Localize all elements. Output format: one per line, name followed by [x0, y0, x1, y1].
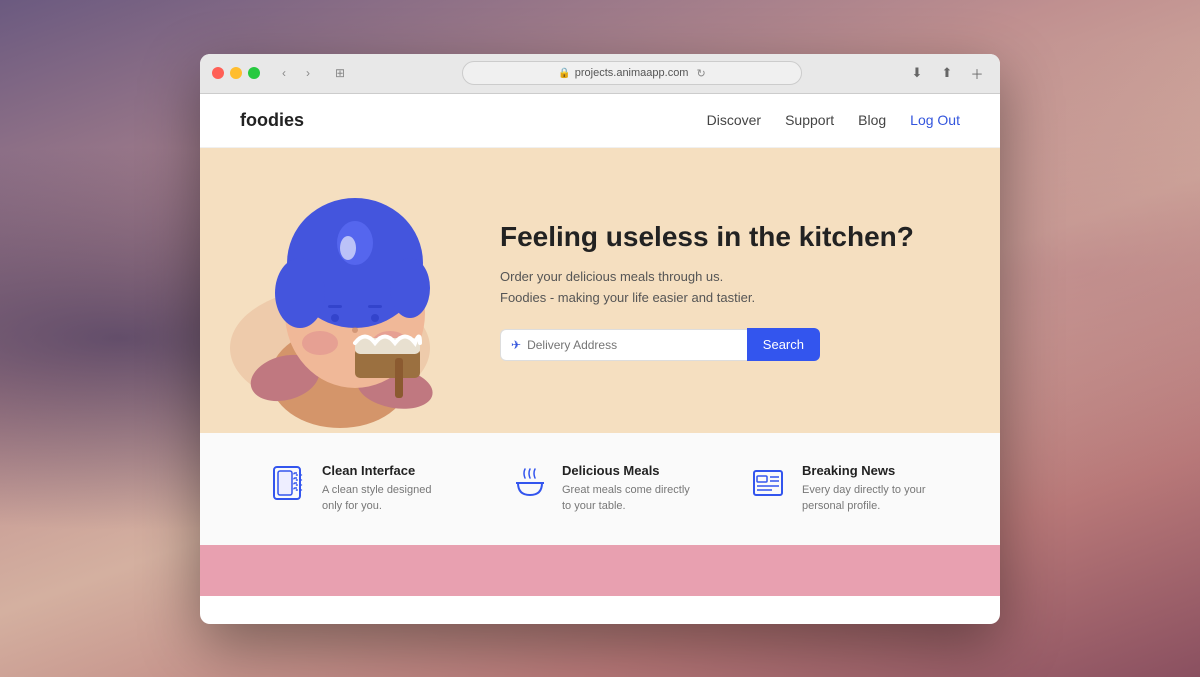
- hero-illustration: [200, 148, 480, 433]
- feature-clean-interface: Clean Interface A clean style designed o…: [270, 463, 450, 515]
- share-icon[interactable]: ⬆: [936, 62, 958, 84]
- delicious-meals-icon: [510, 463, 550, 503]
- lock-icon: 🔒: [558, 68, 570, 79]
- nav-blog[interactable]: Blog: [858, 112, 886, 128]
- hero-section: Feeling useless in the kitchen? Order yo…: [200, 148, 1000, 433]
- hero-title: Feeling useless in the kitchen?: [500, 219, 960, 255]
- feature-clean-desc: A clean style designed only for you.: [322, 482, 450, 515]
- hero-subtitle: Order your delicious meals through us. F…: [500, 267, 960, 309]
- feature-delicious-meals: Delicious Meals Great meals come directl…: [510, 463, 690, 515]
- refresh-icon[interactable]: ↻: [696, 67, 705, 80]
- address-bar[interactable]: 🔒 projects.animaapp.com ↻: [462, 61, 802, 85]
- character-svg: [200, 148, 480, 428]
- browser-actions: ⬇ ⬆ ＋: [906, 62, 988, 84]
- new-tab-icon[interactable]: ＋: [966, 62, 988, 84]
- feature-meals-text: Delicious Meals Great meals come directl…: [562, 463, 690, 515]
- features-grid: Clean Interface A clean style designed o…: [240, 463, 960, 515]
- feature-news-desc: Every day directly to your personal prof…: [802, 482, 930, 515]
- nav-logout[interactable]: Log Out: [910, 112, 960, 128]
- feature-clean-title: Clean Interface: [322, 463, 450, 478]
- site-logo: foodies: [240, 110, 304, 131]
- feature-news-title: Breaking News: [802, 463, 930, 478]
- maximize-button[interactable]: [248, 67, 260, 79]
- address-bar-container: 🔒 projects.animaapp.com ↻: [366, 61, 898, 85]
- traffic-lights: [212, 67, 260, 79]
- address-text: projects.animaapp.com: [575, 67, 689, 79]
- close-button[interactable]: [212, 67, 224, 79]
- website-content: foodies Discover Support Blog Log Out: [200, 94, 1000, 596]
- search-input-wrapper: ✈: [500, 329, 747, 361]
- feature-meals-desc: Great meals come directly to your table.: [562, 482, 690, 515]
- download-icon[interactable]: ⬇: [906, 62, 928, 84]
- site-nav: foodies Discover Support Blog Log Out: [200, 94, 1000, 148]
- delivery-address-input[interactable]: [527, 338, 737, 352]
- feature-news-text: Breaking News Every day directly to your…: [802, 463, 930, 515]
- feature-breaking-news: Breaking News Every day directly to your…: [750, 463, 930, 515]
- location-icon: ✈: [511, 338, 521, 352]
- forward-button[interactable]: ›: [298, 63, 318, 83]
- tab-view-button[interactable]: ⊞: [330, 63, 350, 83]
- pink-section: [200, 545, 1000, 596]
- nav-discover[interactable]: Discover: [707, 112, 761, 128]
- browser-chrome: ‹ › ⊞ 🔒 projects.animaapp.com ↻ ⬇ ⬆ ＋: [200, 54, 1000, 94]
- features-section: Clean Interface A clean style designed o…: [200, 433, 1000, 545]
- clean-interface-icon: [270, 463, 310, 503]
- back-button[interactable]: ‹: [274, 63, 294, 83]
- breaking-news-icon: [750, 463, 790, 503]
- hero-content: Feeling useless in the kitchen? Order yo…: [480, 179, 1000, 402]
- search-button[interactable]: Search: [747, 328, 820, 361]
- nav-buttons: ‹ ›: [274, 63, 318, 83]
- browser-window: ‹ › ⊞ 🔒 projects.animaapp.com ↻ ⬇ ⬆ ＋ fo…: [200, 54, 1000, 624]
- feature-meals-title: Delicious Meals: [562, 463, 690, 478]
- nav-support[interactable]: Support: [785, 112, 834, 128]
- feature-clean-text: Clean Interface A clean style designed o…: [322, 463, 450, 515]
- search-bar: ✈ Search: [500, 328, 820, 361]
- minimize-button[interactable]: [230, 67, 242, 79]
- nav-links: Discover Support Blog Log Out: [707, 112, 960, 128]
